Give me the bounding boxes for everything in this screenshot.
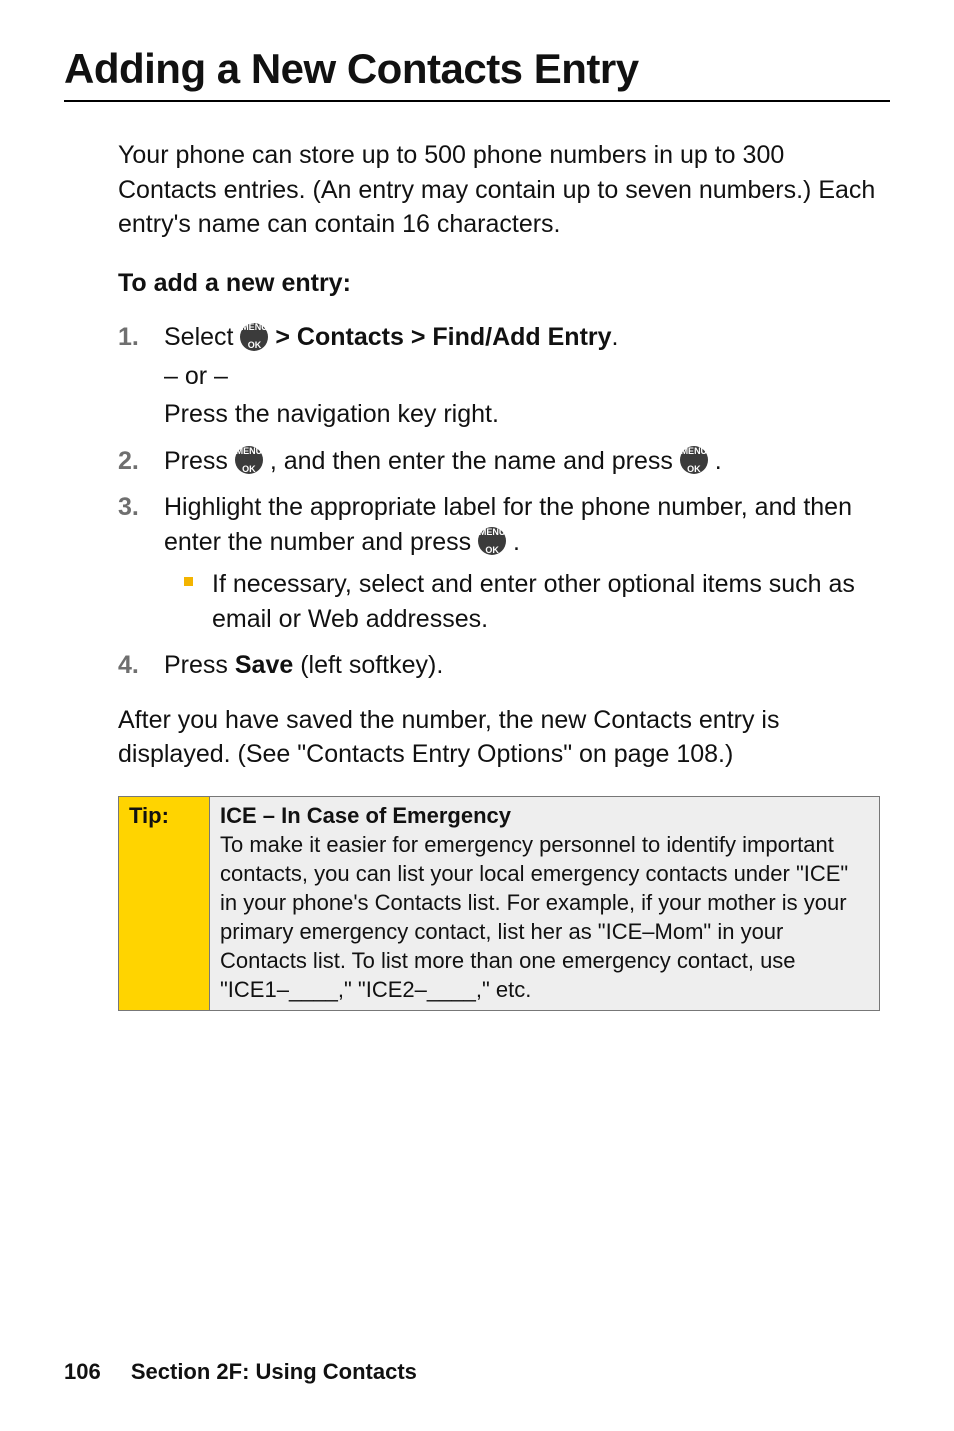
- menu-ok-icon-top: MENU: [479, 528, 506, 537]
- step-4-save-label: Save: [235, 651, 293, 679]
- page: Adding a New Contacts Entry Your phone c…: [0, 0, 954, 1431]
- step-1-text-a: Select: [164, 323, 240, 351]
- menu-ok-icon: MENU OK: [235, 446, 263, 474]
- tip-title: ICE – In Case of Emergency: [220, 801, 869, 830]
- intro-paragraph: Your phone can store up to 500 phone num…: [118, 138, 880, 242]
- menu-ok-icon-top: MENU: [236, 447, 263, 456]
- step-4: Press Save (left softkey).: [118, 648, 880, 683]
- step-3-nested-list: If necessary, select and enter other opt…: [164, 567, 880, 636]
- step-1: Select MENU OK > Contacts > Find/Add Ent…: [118, 320, 880, 432]
- menu-ok-icon: MENU OK: [478, 527, 506, 555]
- tip-label: Tip:: [119, 796, 210, 1010]
- steps-list: Select MENU OK > Contacts > Find/Add Ent…: [118, 320, 880, 683]
- step-2-text-b: , and then enter the name and press: [270, 447, 680, 475]
- step-3-nested-item: If necessary, select and enter other opt…: [212, 567, 880, 636]
- step-3-text-b: .: [513, 528, 520, 556]
- menu-ok-icon-top: MENU: [681, 447, 708, 456]
- step-2: Press MENU OK , and then enter the name …: [118, 444, 880, 479]
- menu-ok-icon-bottom: OK: [479, 546, 506, 555]
- footer-page-number: 106: [64, 1359, 101, 1384]
- after-paragraph: After you have saved the number, the new…: [118, 703, 880, 772]
- tip-box: Tip: ICE – In Case of Emergency To make …: [118, 796, 880, 1011]
- step-3-nested-text: If necessary, select and enter other opt…: [212, 570, 855, 633]
- step-4-text-c: (left softkey).: [300, 651, 443, 679]
- step-3-text-a: Highlight the appropriate label for the …: [164, 493, 852, 556]
- menu-ok-icon-bottom: OK: [241, 341, 268, 350]
- page-title: Adding a New Contacts Entry: [64, 46, 890, 92]
- step-3: Highlight the appropriate label for the …: [118, 490, 880, 636]
- body-text: Your phone can store up to 500 phone num…: [118, 138, 880, 772]
- step-4-text-a: Press: [164, 651, 235, 679]
- footer-section-label: Section 2F: Using Contacts: [131, 1359, 417, 1384]
- step-2-text-a: Press: [164, 447, 235, 475]
- step-1-text-d: Press the navigation key right.: [164, 397, 880, 432]
- step-2-text-c: .: [715, 447, 722, 475]
- subheading: To add a new entry:: [118, 266, 880, 301]
- tip-body-text: To make it easier for emergency personne…: [220, 832, 848, 1002]
- menu-ok-icon-top: MENU: [241, 323, 268, 332]
- step-1-text-c: .: [612, 323, 619, 351]
- menu-ok-icon: MENU OK: [240, 323, 268, 351]
- menu-ok-icon-bottom: OK: [236, 465, 263, 474]
- step-1-text-bold: > Contacts > Find/Add Entry: [275, 323, 611, 351]
- square-bullet-icon: [184, 577, 193, 586]
- menu-ok-icon-bottom: OK: [681, 465, 708, 474]
- title-underline: [64, 100, 890, 102]
- tip-body: ICE – In Case of Emergency To make it ea…: [210, 796, 880, 1010]
- page-footer: 106 Section 2F: Using Contacts: [64, 1359, 417, 1385]
- step-1-or: – or –: [164, 359, 880, 394]
- menu-ok-icon: MENU OK: [680, 446, 708, 474]
